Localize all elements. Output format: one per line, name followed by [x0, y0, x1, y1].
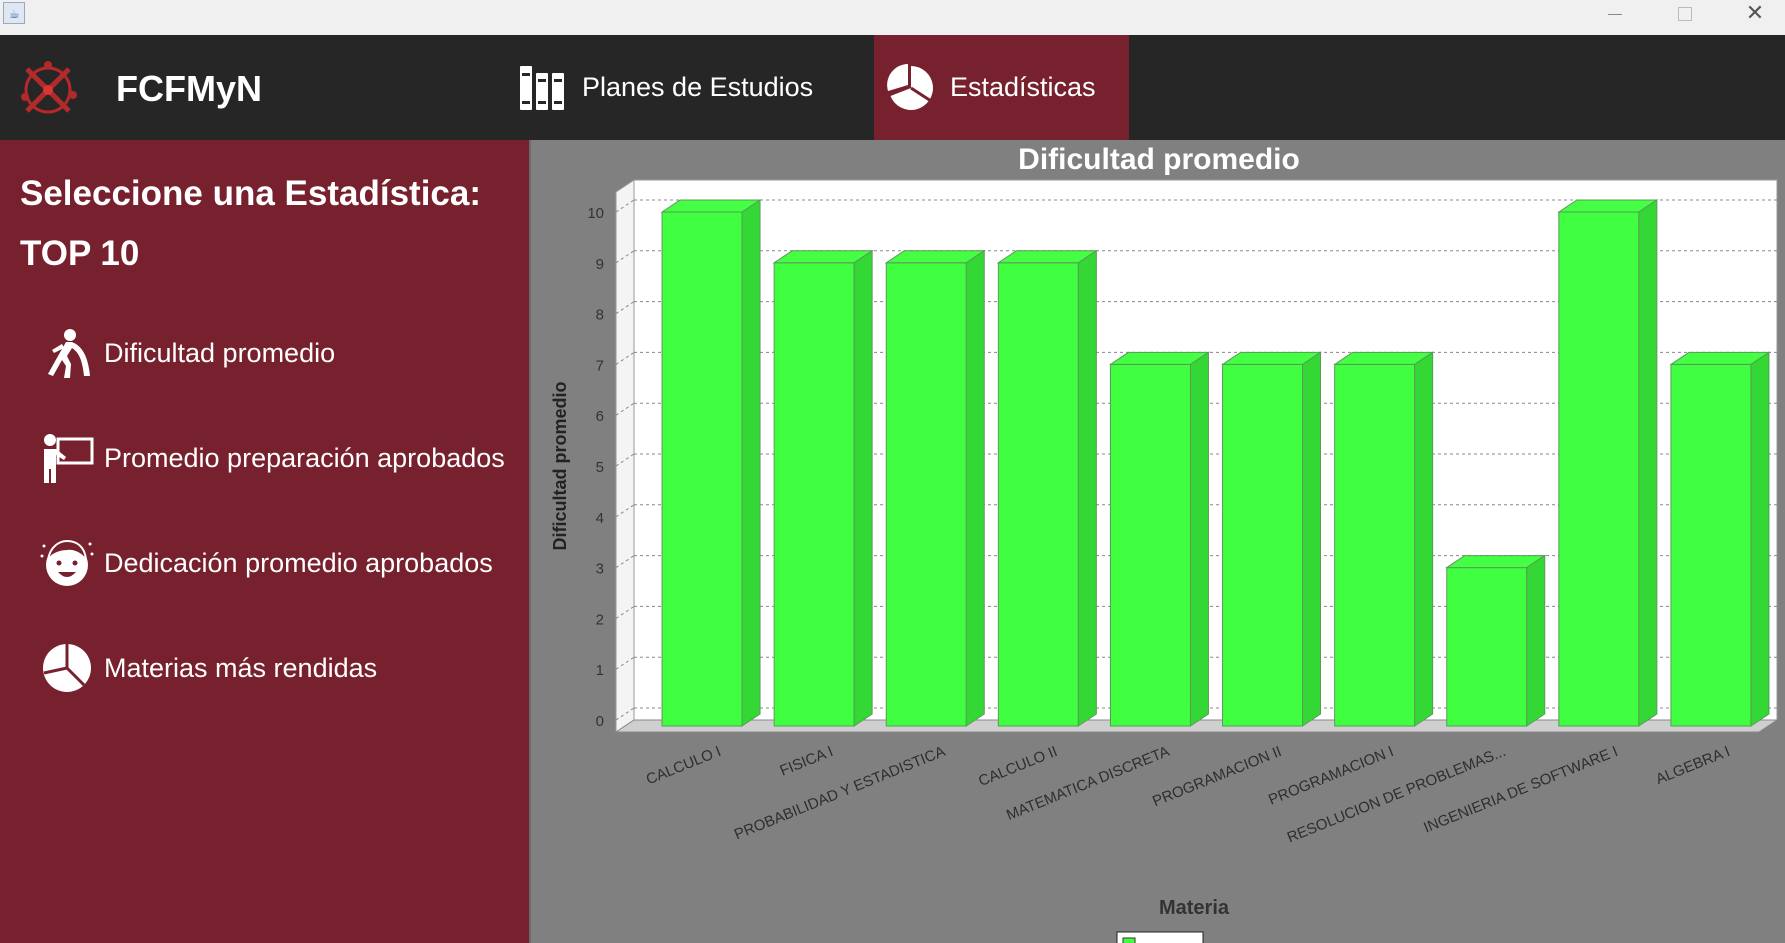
struggling-person-icon — [48, 329, 90, 378]
bar — [1446, 567, 1528, 727]
bar — [1558, 211, 1640, 727]
presenter-icon — [44, 434, 94, 483]
x-tick-label: ALGEBRA I — [1653, 743, 1732, 788]
y-tick-label: 2 — [596, 611, 604, 628]
x-tick-label: PROBABILIDAD Y ESTADISTICA — [732, 743, 948, 843]
y-tick-label: 3 — [596, 561, 604, 578]
bar — [661, 211, 743, 727]
bar-side — [853, 249, 873, 727]
y-tick-label: 9 — [596, 256, 604, 273]
x-axis-label: Materia — [1159, 897, 1230, 919]
bar-side — [1302, 351, 1322, 727]
x-tick-label: FISICA I — [777, 743, 835, 780]
bar-side — [965, 249, 985, 727]
tab-planes-label: Planes de Estudios — [582, 72, 814, 102]
bar — [885, 262, 967, 727]
bar — [1109, 363, 1191, 727]
books-icon — [520, 65, 564, 110]
bar — [1334, 363, 1416, 727]
bar-side — [1189, 351, 1209, 727]
java-app-icon: ☕ — [3, 2, 25, 24]
y-tick-label: 7 — [596, 357, 604, 374]
pie-chart-icon — [43, 644, 91, 692]
bar-chart: 0 1 2 3 4 5 6 7 8 9 10 CALCULO I FISICA IPROBABILIDA… — [550, 179, 1779, 943]
fcfmyn-logo-icon — [21, 61, 77, 114]
y-tick-label: 5 — [596, 459, 604, 476]
bar — [1670, 363, 1752, 727]
brand-name: FCFMyN — [116, 68, 262, 109]
bar-side — [741, 199, 761, 727]
window-titlebar: ☕ ✕ — [0, 0, 1785, 35]
bar-side — [1414, 351, 1434, 727]
sidebar-item-label: Dificultad promedio — [104, 337, 336, 368]
bar — [1222, 363, 1304, 727]
bar-side — [1077, 249, 1097, 727]
sidebar-subtitle: TOP 10 — [20, 234, 140, 273]
sidebar-item-label: Promedio preparación aprobados — [104, 442, 505, 473]
minimize-button[interactable] — [1585, 0, 1645, 28]
y-tick-label: 8 — [596, 307, 604, 324]
legend-swatch — [1122, 937, 1136, 943]
sidebar-item-materias-mas-rendidas[interactable]: Materias más rendidas — [40, 641, 377, 695]
bar-side — [1526, 554, 1546, 727]
x-tick-label: CALCULO I — [644, 743, 724, 788]
sidebar-item-dificultad-promedio[interactable]: Dificultad promedio — [40, 326, 335, 380]
sidebar-item-label: Dedicación promedio aprobados — [104, 547, 493, 578]
pie-chart-icon — [887, 63, 933, 110]
y-tick-label: 0 — [596, 713, 604, 730]
bar — [997, 262, 1079, 727]
x-tick-label: INGENIERIA DE SOFTWARE I — [1421, 743, 1620, 837]
y-tick-label: 1 — [596, 662, 604, 679]
statistics-sidebar: Seleccione una Estadística: TOP 10 Dific… — [0, 140, 529, 943]
bar-side — [1638, 199, 1658, 727]
sidebar-item-dedicacion-promedio[interactable]: Dedicación promedio aprobados — [40, 536, 493, 590]
chart-panel: Dificultad promedio 0 1 2 3 4 5 6 7 8 9 10 CALCULO … — [529, 140, 1785, 943]
sidebar-item-label: Materias más rendidas — [104, 652, 378, 683]
x-tick-label: CALCULO II — [976, 743, 1060, 790]
bar — [773, 262, 855, 727]
tab-estadisticas-label: Estadísticas — [950, 72, 1096, 102]
bar-side — [1750, 351, 1770, 727]
sidebar-title: Seleccione una Estadística: — [20, 174, 482, 213]
face-icon — [40, 539, 94, 586]
tab-estadisticas[interactable]: Estadísticas — [874, 35, 1129, 140]
x-tick-label: PROGRAMACION II — [1150, 743, 1284, 810]
tab-planes-de-estudios[interactable]: Planes de Estudios — [518, 35, 858, 140]
y-tick-label: 6 — [596, 408, 604, 425]
close-button[interactable]: ✕ — [1725, 0, 1785, 28]
x-tick-label: RESOLUCION DE PROBLEMAS... — [1285, 743, 1509, 847]
y-tick-label: 4 — [596, 510, 604, 527]
y-axis-label: Dificultad promedio — [550, 381, 570, 550]
top-navigation-bar: FCFMyN Planes de Estudios Estadísticas — [0, 35, 1785, 140]
y-tick-label: 10 — [587, 205, 604, 222]
sidebar-item-promedio-preparacion[interactable]: Promedio preparación aprobados — [40, 431, 505, 485]
maximize-button[interactable] — [1655, 0, 1715, 28]
